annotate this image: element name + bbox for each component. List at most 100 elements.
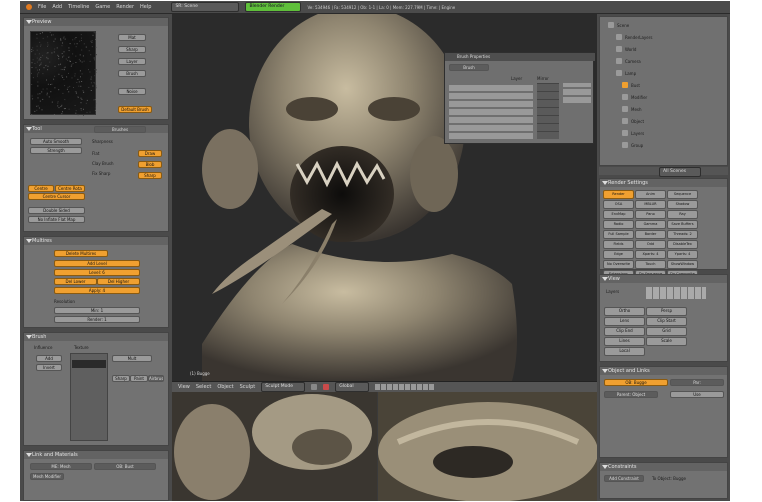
render-option-button[interactable]: DisableTex bbox=[667, 240, 698, 249]
blob-brush-button[interactable]: Blob bbox=[138, 161, 162, 168]
render-option-button[interactable]: No Overwrite bbox=[603, 260, 634, 269]
link-materials-header[interactable]: Link and Materials bbox=[24, 451, 168, 459]
preview-layer-button[interactable]: Layer bbox=[118, 58, 146, 65]
view-option-button[interactable]: Scale bbox=[646, 337, 687, 346]
centre-rota-button[interactable]: Centre Rota bbox=[55, 185, 85, 192]
render-option-button[interactable]: Full Sample bbox=[603, 230, 634, 239]
constraints-header[interactable]: Constraints bbox=[600, 463, 727, 471]
centre-cursor-button[interactable]: Centre Cursor bbox=[28, 193, 85, 200]
brush-add-button[interactable]: Add bbox=[36, 355, 62, 362]
menu-game[interactable]: Game bbox=[95, 4, 110, 10]
menu-timeline[interactable]: Timeline bbox=[68, 4, 89, 10]
apply-button[interactable]: Apply: 4 bbox=[54, 287, 140, 294]
multires-panel-header[interactable]: Multires bbox=[24, 237, 168, 245]
render-option-button[interactable]: Yparts: 4 bbox=[667, 250, 698, 259]
brush-sharp-button[interactable]: Sharp bbox=[112, 375, 130, 382]
del-lower-button[interactable]: Del Lower bbox=[54, 278, 97, 285]
view-option-button[interactable]: Ortho bbox=[604, 307, 645, 316]
outliner-item[interactable]: Lamp bbox=[616, 69, 636, 77]
level-field[interactable]: Level: 6 bbox=[54, 269, 140, 276]
render-option-button[interactable]: Radio bbox=[603, 220, 634, 229]
outliner-item[interactable]: RenderLayers bbox=[616, 33, 652, 41]
no-inflate-button[interactable]: No Inflate Flat Map bbox=[28, 216, 85, 223]
floating-button-grid[interactable] bbox=[449, 83, 533, 139]
view-menu[interactable]: View bbox=[178, 384, 190, 390]
outliner-item[interactable]: Camera bbox=[616, 57, 641, 65]
floating-slot-list[interactable] bbox=[537, 83, 559, 139]
pivot-icon[interactable] bbox=[311, 384, 318, 390]
texture-slot-list[interactable] bbox=[70, 353, 108, 441]
object-links-header[interactable]: Object and Links bbox=[600, 367, 727, 375]
preview-brush-button[interactable]: Brush bbox=[118, 70, 146, 77]
view-option-button[interactable]: Lines bbox=[604, 337, 645, 346]
render-option-button[interactable]: Ray bbox=[667, 210, 698, 219]
render-option-button[interactable]: ShowWindow bbox=[667, 260, 698, 269]
object-name-field[interactable]: OB: Bugge bbox=[604, 379, 668, 386]
brush-airbrush-button[interactable]: Airbrush bbox=[148, 375, 164, 382]
render-option-button[interactable]: Save Buffers bbox=[667, 220, 698, 229]
render-option-button[interactable]: Border bbox=[635, 230, 666, 239]
auto-smooth-button[interactable]: Auto Smooth bbox=[30, 138, 82, 145]
render-option-button[interactable]: Render bbox=[603, 190, 634, 199]
view-option-button[interactable]: Lens bbox=[604, 317, 645, 326]
floating-right-buttons[interactable] bbox=[563, 83, 591, 103]
view-option-button[interactable]: Clip Start bbox=[646, 317, 687, 326]
menu-render[interactable]: Render bbox=[116, 4, 134, 10]
render-option-button[interactable]: Anim bbox=[635, 190, 666, 199]
render-engine-field[interactable]: Blender Render bbox=[245, 2, 302, 12]
parent-type-field[interactable]: Parent: Object bbox=[604, 391, 658, 398]
outliner-item[interactable]: Modifier bbox=[622, 93, 647, 101]
blender-logo-icon[interactable] bbox=[26, 4, 32, 10]
delete-multires-button[interactable]: Delete Multires bbox=[54, 250, 108, 257]
menu-help[interactable]: Help bbox=[140, 4, 151, 10]
render-option-button[interactable]: OSA bbox=[603, 200, 634, 209]
lower-right-viewport[interactable] bbox=[378, 392, 597, 501]
main-3d-viewport[interactable]: Brush Properties Brush Layer Mirror (1) … bbox=[172, 14, 597, 381]
sculpt-menu[interactable]: Sculpt bbox=[240, 384, 256, 390]
render-option-button[interactable]: Threads: 2 bbox=[667, 230, 698, 239]
menu-add[interactable]: Add bbox=[52, 4, 62, 10]
outliner-item[interactable]: Group bbox=[622, 141, 643, 149]
transform-orientation-field[interactable]: Global bbox=[335, 382, 370, 392]
preview-mat-button[interactable]: Mat bbox=[118, 34, 146, 41]
preview-sharp-button[interactable]: Sharp bbox=[118, 46, 146, 53]
outliner-item[interactable]: Scene bbox=[608, 21, 629, 29]
add-level-button[interactable]: Add Level bbox=[54, 260, 140, 267]
preview-noise-button[interactable]: Noise bbox=[118, 88, 146, 95]
outliner-scene-field[interactable]: All Scenes bbox=[659, 167, 701, 177]
manipulator-icon[interactable] bbox=[323, 384, 330, 390]
view-option-button[interactable]: Clip End bbox=[604, 327, 645, 336]
centre-button[interactable]: Centre bbox=[28, 185, 54, 192]
render-option-button[interactable]: Edge bbox=[603, 250, 634, 259]
object-menu[interactable]: Object bbox=[217, 384, 233, 390]
mesh-datablock-field[interactable]: ME: Mesh bbox=[30, 463, 92, 470]
parent-field[interactable]: Par: bbox=[670, 379, 724, 386]
view-option-button[interactable]: Grid bbox=[646, 327, 687, 336]
double-sided-button[interactable]: Double Sided bbox=[28, 207, 85, 214]
lower-left-viewport[interactable] bbox=[172, 392, 377, 501]
tool-brushes-tab[interactable]: Brushes bbox=[94, 126, 146, 133]
view-layer-buttons[interactable] bbox=[646, 287, 706, 299]
sharp-brush-button[interactable]: Sharp bbox=[138, 172, 162, 179]
preview-panel-header[interactable]: Preview bbox=[24, 18, 168, 26]
render-level-field[interactable]: Render: 1 bbox=[54, 316, 140, 323]
outliner-item[interactable]: Bust bbox=[622, 81, 640, 89]
del-higher-button[interactable]: Del Higher bbox=[97, 278, 140, 285]
view-option-button[interactable]: Local bbox=[604, 347, 645, 356]
layer-buttons[interactable] bbox=[375, 384, 436, 390]
render-option-button[interactable]: Shadow bbox=[667, 200, 698, 209]
render-option-button[interactable]: EnvMap bbox=[603, 210, 634, 219]
render-option-button[interactable]: Odd bbox=[635, 240, 666, 249]
brush-paint-button[interactable]: Paint bbox=[130, 375, 148, 382]
floating-brush-field[interactable]: Brush bbox=[449, 64, 489, 71]
mode-selector[interactable]: Sculpt Mode bbox=[261, 382, 306, 392]
outliner-item[interactable]: Layers bbox=[622, 129, 644, 137]
render-settings-header[interactable]: Render Settings bbox=[600, 179, 727, 187]
brush-mult-button[interactable]: Mult bbox=[112, 355, 152, 362]
floating-panel-header[interactable]: Brush Properties bbox=[445, 53, 595, 61]
view-panel-header[interactable]: View bbox=[600, 275, 727, 283]
use-parent-button[interactable]: Use bbox=[670, 391, 724, 398]
min-level-field[interactable]: Min: 1 bbox=[54, 307, 140, 314]
outliner-item[interactable]: Mesh bbox=[622, 105, 642, 113]
mesh-modifier-field[interactable]: Mesh Modifier bbox=[30, 473, 64, 480]
